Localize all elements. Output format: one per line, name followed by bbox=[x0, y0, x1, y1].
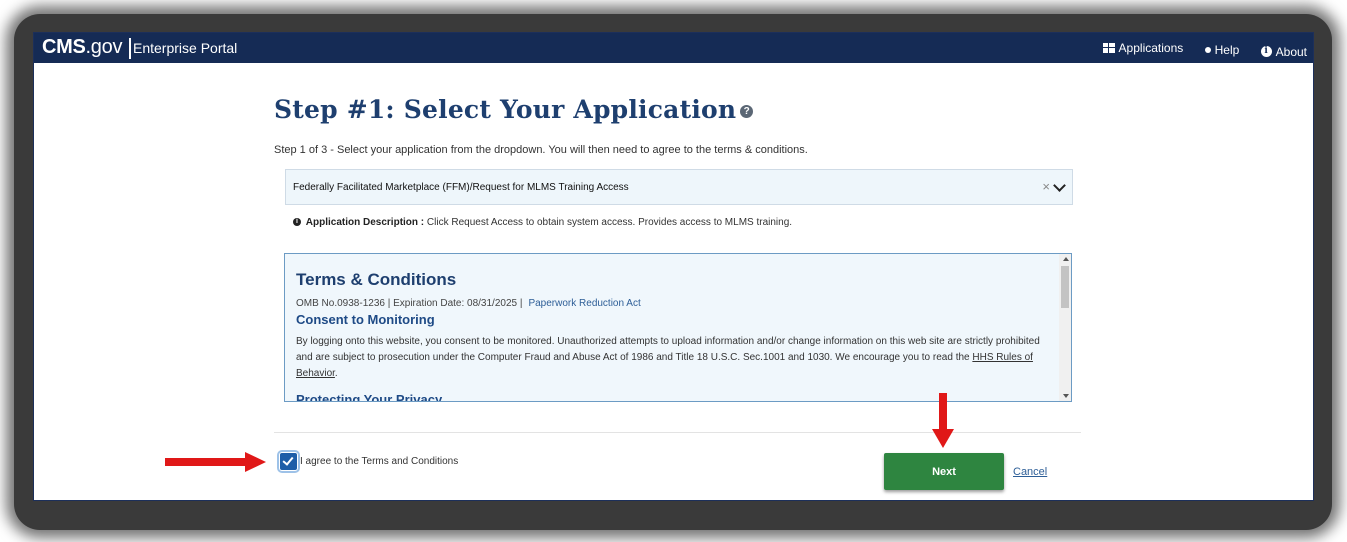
scroll-down-arrow-icon[interactable] bbox=[1063, 394, 1069, 398]
application-description: i Application Description : Click Reques… bbox=[293, 217, 792, 228]
terms-heading: Terms & Conditions bbox=[296, 270, 457, 289]
logo-suffix: .gov bbox=[85, 36, 123, 58]
info-circle-icon: i bbox=[293, 218, 301, 227]
cancel-link[interactable]: Cancel bbox=[1013, 466, 1047, 478]
annotation-arrow-down-icon bbox=[932, 393, 954, 448]
omb-info: OMB No.0938-1236 | Expiration Date: 08/3… bbox=[296, 298, 641, 309]
nav-applications[interactable]: Applications bbox=[1102, 41, 1184, 55]
portal-name: Enterprise Portal bbox=[133, 40, 238, 56]
step-instructions: Step 1 of 3 - Select your application fr… bbox=[274, 144, 808, 156]
consent-end: . bbox=[334, 368, 338, 379]
header-nav: Applications Help i About bbox=[1085, 41, 1307, 59]
section-divider bbox=[274, 432, 1081, 433]
consent-heading: Consent to Monitoring bbox=[296, 312, 435, 327]
nav-help[interactable]: Help bbox=[1204, 43, 1240, 57]
description-label: Application Description : bbox=[305, 217, 425, 228]
description-text: Click Request Access to obtain system ac… bbox=[426, 217, 793, 228]
agree-checkbox[interactable] bbox=[277, 450, 300, 473]
browser-window: CMS.gov Enterprise Portal Applications H… bbox=[33, 32, 1314, 501]
help-question-icon[interactable]: ? bbox=[740, 105, 754, 118]
application-select[interactable]: Federally Facilitated Marketplace (FFM)/… bbox=[285, 169, 1073, 205]
info-icon: i bbox=[1260, 46, 1272, 57]
page-title-text: Step #1: Select Your Application bbox=[274, 95, 737, 124]
annotation-arrow-right-icon bbox=[165, 452, 266, 472]
logo-main: CMS bbox=[42, 36, 86, 58]
nav-about[interactable]: i About bbox=[1260, 44, 1307, 59]
chevron-down-icon[interactable] bbox=[1053, 179, 1066, 192]
omb-text: OMB No.0938-1236 | Expiration Date: 08/3… bbox=[296, 298, 523, 309]
nav-applications-label: Applications bbox=[1118, 41, 1184, 55]
scroll-up-arrow-icon[interactable] bbox=[1063, 257, 1069, 261]
terms-scrollbar[interactable] bbox=[1059, 254, 1071, 401]
clear-selection-icon[interactable]: × bbox=[1042, 179, 1050, 194]
help-dot-icon bbox=[1204, 47, 1211, 53]
page-title: Step #1: Select Your Application? bbox=[274, 95, 754, 124]
paperwork-reduction-link[interactable]: Paperwork Reduction Act bbox=[528, 298, 640, 309]
agree-label[interactable]: I agree to the Terms and Conditions bbox=[300, 456, 458, 467]
grid-icon bbox=[1102, 43, 1115, 53]
nav-help-label: Help bbox=[1214, 43, 1240, 57]
consent-text: By logging onto this website, you consen… bbox=[296, 336, 1040, 363]
application-select-value: Federally Facilitated Marketplace (FFM)/… bbox=[293, 182, 629, 193]
top-navigation-bar: CMS.gov Enterprise Portal Applications H… bbox=[34, 33, 1313, 63]
consent-paragraph: By logging onto this website, you consen… bbox=[296, 334, 1048, 382]
logo-divider bbox=[129, 38, 131, 59]
privacy-heading: Protecting Your Privacy bbox=[296, 392, 443, 402]
next-button[interactable]: Next bbox=[884, 453, 1004, 490]
scroll-thumb[interactable] bbox=[1061, 266, 1069, 308]
cms-logo[interactable]: CMS.gov bbox=[42, 36, 122, 59]
nav-about-label: About bbox=[1275, 44, 1307, 59]
terms-panel[interactable]: Terms & Conditions OMB No.0938-1236 | Ex… bbox=[284, 253, 1072, 402]
